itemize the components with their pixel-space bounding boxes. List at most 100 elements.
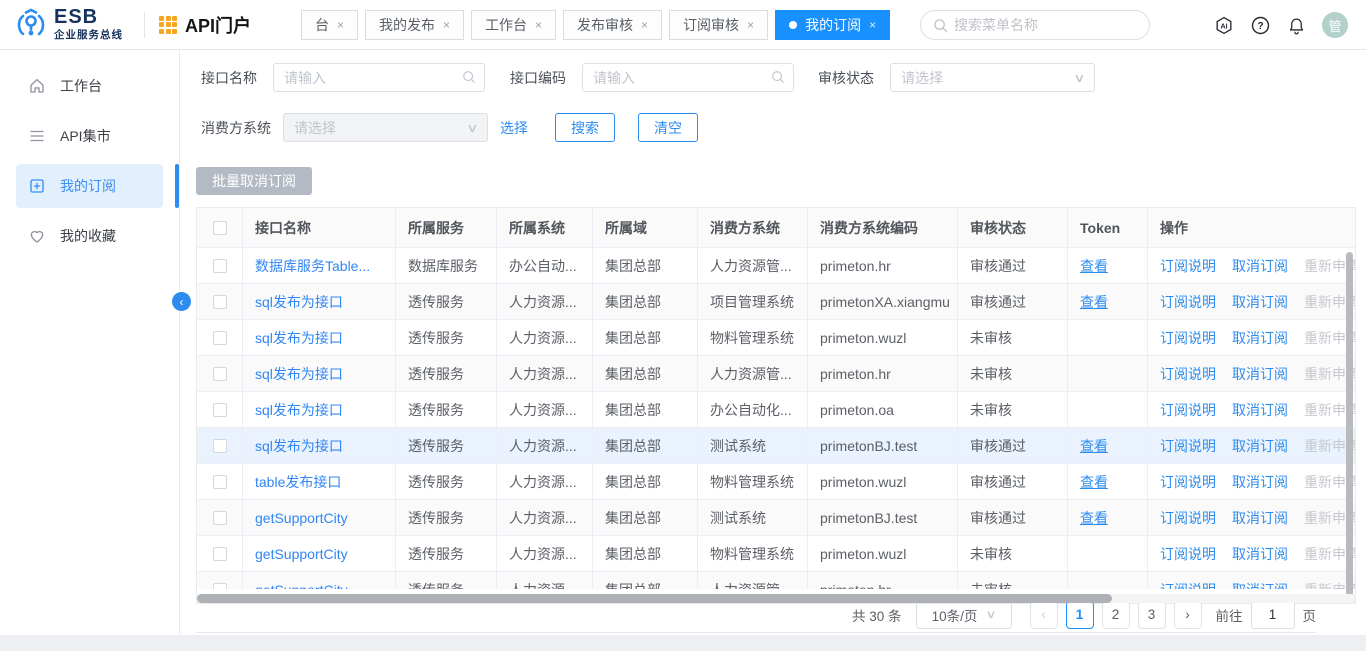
close-icon[interactable]: × — [443, 18, 450, 32]
unsubscribe-link[interactable]: 取消订阅 — [1232, 508, 1288, 528]
search-icon — [771, 70, 785, 84]
interface-name-link[interactable]: table发布接口 — [255, 472, 341, 492]
view-token-link[interactable]: 查看 — [1080, 292, 1108, 312]
subscription-detail-link[interactable]: 订阅说明 — [1160, 400, 1216, 420]
next-page-button[interactable]: › — [1174, 601, 1202, 629]
goto-page-input[interactable] — [1251, 601, 1295, 629]
menu-search[interactable] — [920, 10, 1150, 40]
consumer-select-link[interactable]: 选择 — [500, 118, 528, 138]
row-checkbox[interactable] — [213, 547, 227, 561]
consumer-cell: 人力资源管... — [698, 248, 808, 284]
subscription-detail-link[interactable]: 订阅说明 — [1160, 436, 1216, 456]
unsubscribe-link[interactable]: 取消订阅 — [1232, 544, 1288, 564]
prev-page-button[interactable]: ‹ — [1030, 601, 1058, 629]
system-cell: 人力资源... — [497, 320, 593, 356]
view-token-link[interactable]: 查看 — [1080, 256, 1108, 276]
unsubscribe-link[interactable]: 取消订阅 — [1232, 364, 1288, 384]
unsubscribe-link[interactable]: 取消订阅 — [1232, 472, 1288, 492]
page-button-3[interactable]: 3 — [1138, 601, 1166, 629]
row-checkbox[interactable] — [213, 475, 227, 489]
interface-code-label: 接口编码 — [510, 68, 566, 88]
token-cell — [1068, 356, 1148, 392]
close-icon[interactable]: × — [641, 18, 648, 32]
page-button-2[interactable]: 2 — [1102, 601, 1130, 629]
close-icon[interactable]: × — [869, 18, 876, 32]
notification-bell-icon[interactable] — [1286, 15, 1306, 35]
interface-name-link[interactable]: 数据库服务Table... — [255, 256, 370, 276]
interface-name-link[interactable]: getSupportCity — [255, 582, 348, 590]
nav-tab[interactable]: 发布审核 × — [563, 10, 662, 40]
interface-name-link[interactable]: getSupportCity — [255, 546, 348, 562]
close-icon[interactable]: × — [337, 18, 344, 32]
sidebar-item-favorites[interactable]: 我的收藏 — [16, 214, 163, 258]
consumer-system-select[interactable]: 请选择 ∨ — [283, 113, 488, 142]
active-dot-icon — [789, 21, 797, 29]
unsubscribe-link[interactable]: 取消订阅 — [1232, 580, 1288, 590]
interface-name-link[interactable]: sql发布为接口 — [255, 292, 343, 312]
checkbox-cell — [197, 248, 243, 284]
actions-cell: 订阅说明取消订阅重新申请 — [1148, 464, 1355, 500]
token-cell — [1068, 572, 1148, 589]
nav-tab[interactable]: 我的发布 × — [365, 10, 464, 40]
help-icon[interactable]: ? — [1250, 15, 1270, 35]
subscription-detail-link[interactable]: 订阅说明 — [1160, 292, 1216, 312]
row-checkbox[interactable] — [213, 511, 227, 525]
subscription-detail-link[interactable]: 订阅说明 — [1160, 580, 1216, 590]
row-checkbox[interactable] — [213, 295, 227, 309]
subscription-detail-link[interactable]: 订阅说明 — [1160, 256, 1216, 276]
sidebar-item-my-subscriptions[interactable]: 我的订阅 — [16, 164, 163, 208]
close-icon[interactable]: × — [747, 18, 754, 32]
subscription-detail-link[interactable]: 订阅说明 — [1160, 508, 1216, 528]
subscription-detail-link[interactable]: 订阅说明 — [1160, 544, 1216, 564]
sidebar-item-label: API集市 — [60, 126, 111, 146]
view-token-link[interactable]: 查看 — [1080, 436, 1108, 456]
sidebar-item-workbench[interactable]: 工作台 — [16, 64, 163, 108]
interface-name-link[interactable]: sql发布为接口 — [255, 328, 343, 348]
interface-name-input[interactable] — [273, 63, 485, 92]
unsubscribe-link[interactable]: 取消订阅 — [1232, 400, 1288, 420]
unsubscribe-link[interactable]: 取消订阅 — [1232, 256, 1288, 276]
nav-tab[interactable]: 我的订阅 × — [775, 10, 890, 40]
clear-button[interactable]: 清空 — [638, 113, 698, 142]
subscription-detail-link[interactable]: 订阅说明 — [1160, 328, 1216, 348]
select-all-checkbox[interactable] — [213, 221, 227, 235]
user-avatar[interactable]: 管 — [1322, 12, 1348, 38]
vertical-scrollbar[interactable] — [1346, 252, 1353, 600]
system-cell: 人力资源... — [497, 284, 593, 320]
audit-status-select[interactable]: 请选择 ∨ — [890, 63, 1095, 92]
close-icon[interactable]: × — [535, 18, 542, 32]
subscription-detail-link[interactable]: 订阅说明 — [1160, 472, 1216, 492]
nav-tab[interactable]: 订阅审核 × — [669, 10, 768, 40]
unsubscribe-link[interactable]: 取消订阅 — [1232, 328, 1288, 348]
interface-code-input[interactable] — [582, 63, 794, 92]
col-system: 所属系统 — [497, 208, 593, 248]
menu-search-input[interactable] — [954, 17, 1137, 33]
row-checkbox[interactable] — [213, 403, 227, 417]
horizontal-scrollbar[interactable] — [197, 594, 1355, 603]
nav-tab[interactable]: 工作台 × — [471, 10, 556, 40]
page-button-1[interactable]: 1 — [1066, 601, 1094, 629]
batch-unsubscribe-button[interactable]: 批量取消订阅 — [196, 167, 312, 195]
consumer-cell: 办公自动化... — [698, 392, 808, 428]
unsubscribe-link[interactable]: 取消订阅 — [1232, 436, 1288, 456]
subscription-detail-link[interactable]: 订阅说明 — [1160, 364, 1216, 384]
page-size-select[interactable]: 10条/页 ∨ — [916, 601, 1012, 629]
search-button[interactable]: 搜索 — [555, 113, 615, 142]
svg-text:?: ? — [1257, 20, 1263, 31]
row-checkbox[interactable] — [213, 259, 227, 273]
interface-name-link[interactable]: getSupportCity — [255, 510, 348, 526]
nav-tab[interactable]: 台 × — [301, 10, 358, 40]
interface-name-link[interactable]: sql发布为接口 — [255, 364, 343, 384]
row-checkbox[interactable] — [213, 439, 227, 453]
view-token-link[interactable]: 查看 — [1080, 508, 1108, 528]
sidebar-item-api-market[interactable]: API集市 — [16, 114, 163, 158]
row-checkbox[interactable] — [213, 583, 227, 590]
row-checkbox[interactable] — [213, 367, 227, 381]
sidebar-collapse-toggle[interactable]: ‹ — [172, 292, 191, 311]
interface-name-link[interactable]: sql发布为接口 — [255, 400, 343, 420]
interface-name-link[interactable]: sql发布为接口 — [255, 436, 343, 456]
view-token-link[interactable]: 查看 — [1080, 472, 1108, 492]
row-checkbox[interactable] — [213, 331, 227, 345]
ai-assistant-icon[interactable]: AI — [1214, 15, 1234, 35]
unsubscribe-link[interactable]: 取消订阅 — [1232, 292, 1288, 312]
